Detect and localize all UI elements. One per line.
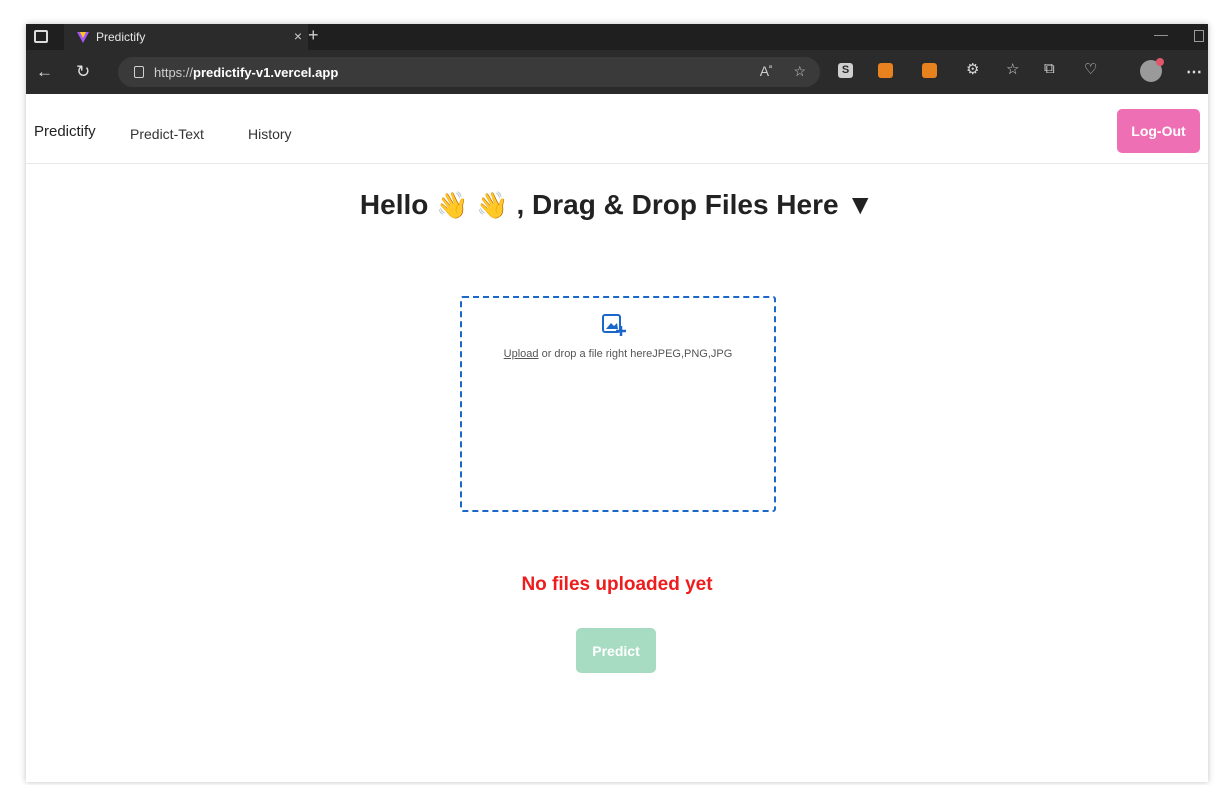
upload-status-message: No files uploaded yet <box>521 574 713 595</box>
read-aloud-icon[interactable]: Aª <box>760 63 772 79</box>
heading-hello: Hello <box>359 189 429 220</box>
new-tab-icon[interactable]: + <box>308 25 319 46</box>
tab-bar: Predictify × + — <box>26 24 1208 50</box>
tab-close-icon[interactable]: × <box>294 28 302 44</box>
logout-button[interactable]: Log-Out <box>1117 109 1200 153</box>
metamask-icon[interactable] <box>878 63 893 78</box>
upload-link[interactable]: Upload <box>504 348 539 360</box>
tab-title: Predictify <box>96 30 146 44</box>
site-navbar: Predictify Predict-Text History Log-Out <box>26 96 1208 164</box>
add-image-icon[interactable] <box>601 312 627 338</box>
address-bar[interactable]: https://predictify-v1.vercel.app Aª ☆ <box>118 57 820 87</box>
page-heading: Hello 👋 👋 , Drag & Drop Files Here ▼ <box>26 189 1208 221</box>
url-host: predictify-v1.vercel.app <box>193 64 339 80</box>
nav-link-predict-text[interactable]: Predict-Text <box>130 126 204 142</box>
url-scheme: https:// <box>154 64 194 80</box>
nav-link-history[interactable]: History <box>248 126 292 142</box>
browser-window: Predictify × + — ← ↻ https://predictify-… <box>26 24 1208 782</box>
maximize-icon[interactable] <box>1194 30 1204 42</box>
tab-actions-icon[interactable] <box>34 30 48 43</box>
predict-button[interactable]: Predict <box>576 628 656 673</box>
dropzone-instructions: Upload or drop a file right hereJPEG,PNG… <box>462 348 774 360</box>
notification-dot <box>1156 58 1164 66</box>
wave-emoji-icon: 👋 <box>436 190 469 220</box>
brand-logo[interactable]: Predictify <box>34 123 96 140</box>
back-icon[interactable]: ← <box>36 62 53 82</box>
health-icon[interactable]: ♡ <box>1084 60 1097 78</box>
extensions-icon[interactable]: ⚙ <box>966 60 979 78</box>
favorite-star-icon[interactable]: ☆ <box>793 63 806 80</box>
heading-text: , Drag & Drop Files Here <box>516 189 839 220</box>
browser-tab[interactable]: Predictify × <box>64 24 308 50</box>
favorites-icon[interactable]: ☆ <box>1006 60 1019 78</box>
lock-icon[interactable] <box>134 66 144 78</box>
down-arrow-icon: ▼ <box>846 189 875 220</box>
file-dropzone[interactable]: Upload or drop a file right hereJPEG,PNG… <box>460 296 776 512</box>
browser-toolbar: ← ↻ https://predictify-v1.vercel.app Aª … <box>26 50 1208 94</box>
minimize-icon[interactable]: — <box>1154 26 1168 42</box>
collections-icon[interactable]: ⧉ <box>1044 60 1055 77</box>
extension-s-icon[interactable]: S <box>838 63 853 78</box>
metamask-icon-2[interactable] <box>922 63 937 78</box>
predictify-favicon-icon <box>77 32 89 43</box>
wave-emoji-icon-2: 👋 <box>476 190 509 220</box>
more-icon[interactable]: ⋯ <box>1186 62 1202 82</box>
dropzone-hint: or drop a file right hereJPEG,PNG,JPG <box>538 348 733 360</box>
refresh-icon[interactable]: ↻ <box>76 62 90 82</box>
